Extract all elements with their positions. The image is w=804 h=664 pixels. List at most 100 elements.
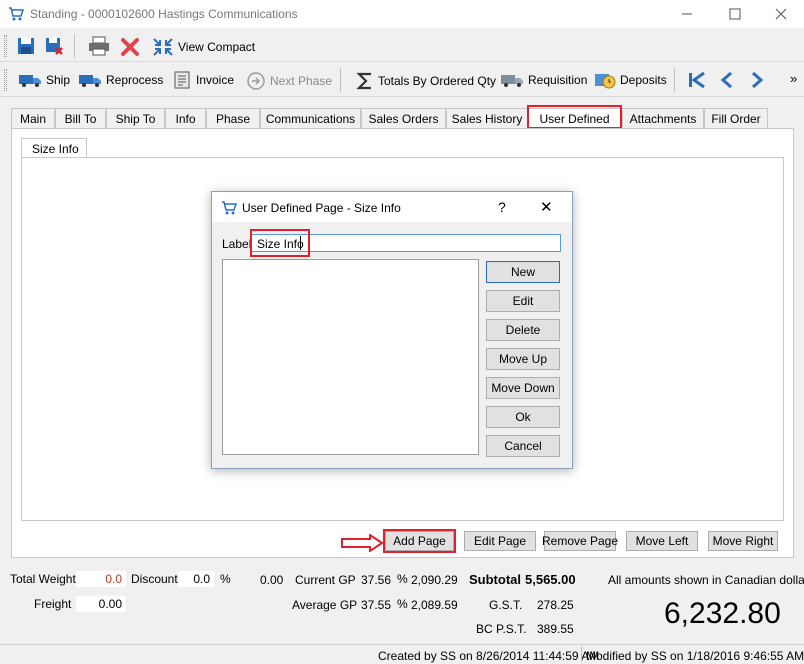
tab-fill-order[interactable]: Fill Order [704, 108, 768, 128]
user-defined-tab-highlight [527, 105, 622, 129]
minimize-icon [682, 13, 692, 15]
edit-button[interactable]: Edit [486, 290, 560, 312]
move-down-button[interactable]: Move Down [486, 377, 560, 399]
toolbar-secondary: Ship Reprocess Invoice Next Phase Totals… [0, 63, 804, 97]
modified-info: Modified by SS on 1/18/2016 9:46:55 AM [586, 649, 804, 663]
discount-value[interactable]: 0.0 [178, 571, 214, 587]
reprocess-button[interactable]: Reprocess [78, 72, 163, 88]
freight-value[interactable]: 0.00 [76, 596, 126, 612]
discount-label: Discount [131, 572, 178, 586]
discount-amount: 0.00 [260, 573, 284, 587]
average-gp-percent-sign: % [397, 597, 408, 611]
maximize-button[interactable] [712, 0, 758, 28]
add-page-button[interactable]: Add Page [385, 531, 454, 551]
totals-by-ordered-qty-button[interactable]: Totals By Ordered Qty [356, 71, 496, 91]
close-icon [775, 8, 787, 20]
dialog-help-button[interactable]: ? [498, 199, 506, 215]
tab-bill-to[interactable]: Bill To [55, 108, 106, 128]
edit-page-button[interactable]: Edit Page [464, 531, 536, 551]
subtotal-label: Subtotal [469, 572, 521, 587]
cancel-button[interactable]: Cancel [486, 435, 560, 457]
view-compact-label: View Compact [178, 40, 256, 54]
fields-list[interactable] [222, 259, 479, 455]
delete-button[interactable]: Delete [486, 319, 560, 341]
next-phase-button[interactable]: Next Phase [246, 71, 332, 91]
remove-page-button[interactable]: Remove Page [542, 531, 618, 551]
user-defined-page-dialog: User Defined Page - Size Info ? ✕ Label … [211, 191, 573, 469]
current-gp-amount: 2,090.29 [411, 573, 458, 587]
save-icon[interactable] [16, 36, 36, 56]
created-info: Created by SS on 8/26/2014 11:44:59 AM [378, 649, 600, 663]
delivery-truck-icon [501, 75, 523, 87]
compress-arrows-icon [153, 38, 173, 56]
tab-ship-to[interactable]: Ship To [106, 108, 165, 128]
cart-icon [222, 201, 237, 215]
current-gp-label: Current GP [295, 573, 356, 587]
next-record-icon[interactable] [748, 71, 766, 89]
tab-attachments[interactable]: Attachments [622, 108, 704, 128]
toolbar-grip [4, 35, 7, 57]
toolbar-separator [74, 34, 75, 58]
maximize-icon [729, 8, 741, 20]
title-bar: Standing - 0000102600 Hastings Communica… [0, 0, 804, 28]
grand-total: 6,232.80 [664, 597, 781, 630]
tab-main[interactable]: Main [11, 108, 55, 128]
text-cursor [300, 236, 301, 250]
minimize-button[interactable] [664, 0, 710, 28]
invoice-register-icon [174, 71, 190, 89]
requisition-label: Requisition [528, 73, 588, 87]
tab-phase[interactable]: Phase [206, 108, 260, 128]
total-weight-value[interactable]: 0.0 [76, 571, 126, 587]
invoice-label: Invoice [196, 73, 235, 87]
tab-info[interactable]: Info [165, 108, 206, 128]
next-phase-label: Next Phase [270, 74, 333, 88]
currency-note: All amounts shown in Canadian dollars. [608, 573, 804, 587]
move-up-button[interactable]: Move Up [486, 348, 560, 370]
dialog-close-button[interactable]: ✕ [540, 198, 553, 216]
average-gp-percent: 37.55 [361, 598, 392, 612]
first-record-icon[interactable] [686, 71, 708, 89]
label-input-value: Size Info [257, 237, 304, 251]
truck-icon [19, 75, 41, 87]
ok-button[interactable]: Ok [486, 406, 560, 428]
delete-icon[interactable] [120, 37, 140, 57]
requisition-button[interactable]: Requisition [500, 72, 587, 88]
print-icon[interactable] [88, 36, 110, 56]
deposits-button[interactable]: Deposits [594, 70, 667, 90]
truck-icon [79, 75, 101, 87]
gst-label: G.S.T. [489, 598, 523, 612]
invoice-button[interactable]: Invoice [172, 70, 234, 90]
toolbar-overflow-button[interactable]: » [790, 71, 797, 86]
tab-sales-history[interactable]: Sales History [446, 108, 528, 128]
previous-record-icon[interactable] [718, 71, 736, 89]
toolbar-separator [674, 68, 675, 92]
discount-percent-sign: % [220, 572, 231, 586]
move-left-button[interactable]: Move Left [626, 531, 698, 551]
ship-label: Ship [46, 73, 71, 87]
close-button[interactable] [758, 0, 804, 28]
totals-label: Totals By Ordered Qty [378, 74, 497, 88]
subtotal-value: 5,565.00 [525, 572, 576, 587]
label-caption: Label [222, 237, 252, 251]
subtab-size-info[interactable]: Size Info [21, 138, 87, 158]
view-compact-button[interactable]: View Compact [152, 37, 255, 57]
cart-icon [9, 7, 24, 21]
average-gp-label: Average GP [292, 598, 358, 612]
move-right-button[interactable]: Move Right [708, 531, 778, 551]
dialog-title-bar: User Defined Page - Size Info ? ✕ [212, 192, 572, 222]
tab-communications[interactable]: Communications [260, 108, 361, 128]
status-divider [581, 646, 582, 662]
sigma-icon [356, 72, 371, 90]
ship-button[interactable]: Ship [18, 72, 70, 88]
deposits-label: Deposits [620, 73, 667, 87]
tab-sales-orders[interactable]: Sales Orders [361, 108, 446, 128]
freight-label: Freight [34, 597, 72, 611]
pointer-arrow-icon [341, 534, 384, 552]
new-button[interactable]: New [486, 261, 560, 283]
average-gp-amount: 2,089.59 [411, 598, 458, 612]
save-close-icon[interactable] [44, 36, 64, 56]
toolbar-grip [4, 69, 7, 91]
current-gp-percent: 37.56 [361, 573, 392, 587]
total-weight-label: Total Weight [10, 572, 76, 586]
reprocess-label: Reprocess [106, 73, 164, 87]
